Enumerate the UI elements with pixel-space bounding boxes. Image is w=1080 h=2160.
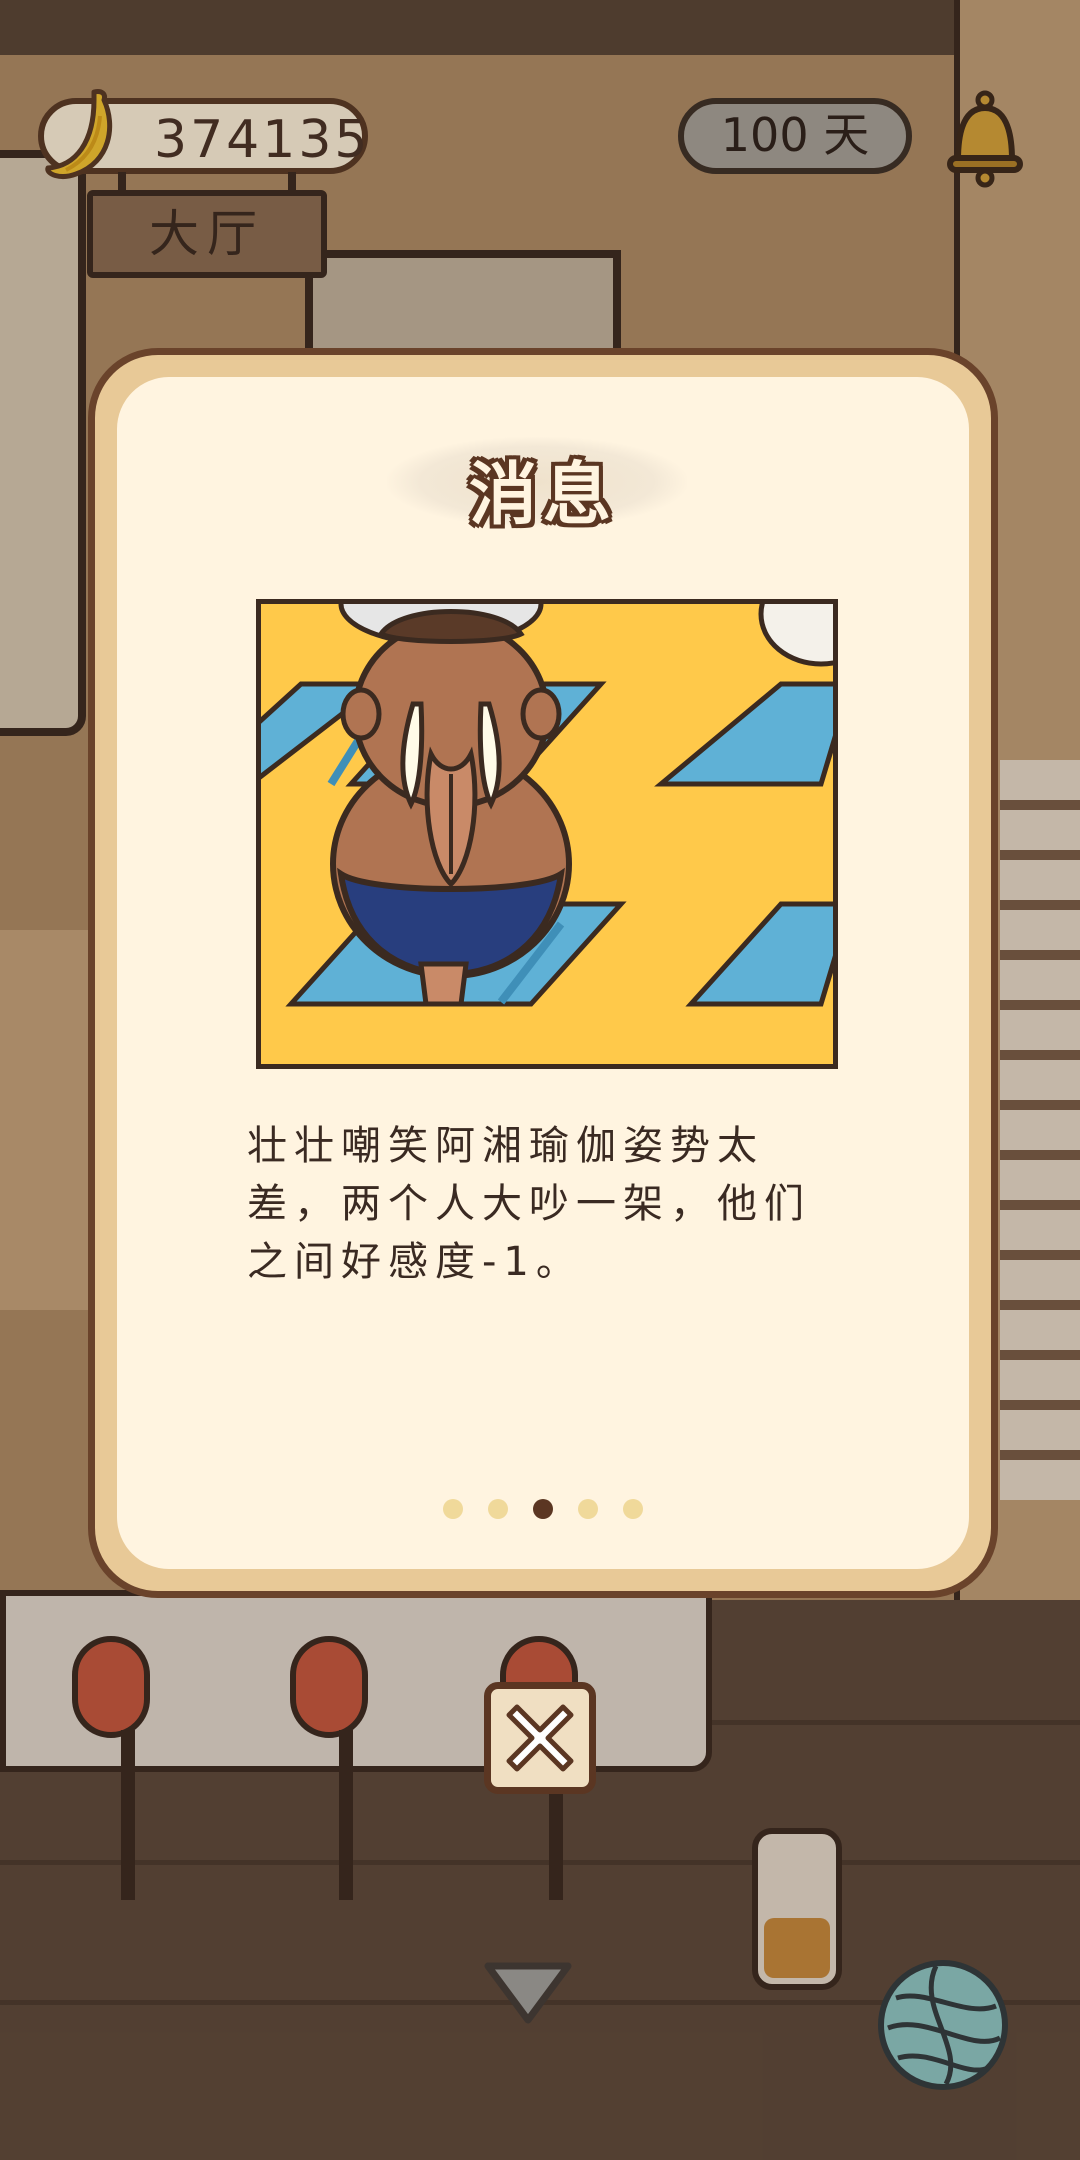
story-text: 壮壮嘲笑阿湘瑜伽姿势太差，两个人大吵一架，他们之间好感度-1。 [247, 1123, 811, 1285]
dialog-panel: 消息 壮壮嘲笑阿湘瑜伽姿势太差，两个人大吵一架，他们之间好感度-1。 [117, 377, 969, 1569]
close-button[interactable] [484, 1682, 596, 1794]
page-dot[interactable] [623, 1499, 644, 1519]
page-dot[interactable] [487, 1499, 508, 1519]
page-indicator[interactable] [117, 1499, 969, 1521]
chevron-down-icon[interactable] [480, 1958, 576, 2028]
walrus-yoga-illustration [261, 604, 833, 1064]
yarn-ball-icon[interactable] [876, 1958, 1010, 2092]
page-dot[interactable] [578, 1499, 599, 1519]
close-icon [506, 1704, 574, 1772]
message-dialog: 消息 壮壮嘲笑阿湘瑜伽姿势太差，两个人大吵一架，他们之间好感度-1。 [88, 348, 998, 1598]
page-dot[interactable] [442, 1499, 463, 1519]
story-illustration [256, 599, 838, 1069]
dialog-title: 消息 [468, 456, 617, 535]
page-dot-active[interactable] [533, 1499, 553, 1519]
